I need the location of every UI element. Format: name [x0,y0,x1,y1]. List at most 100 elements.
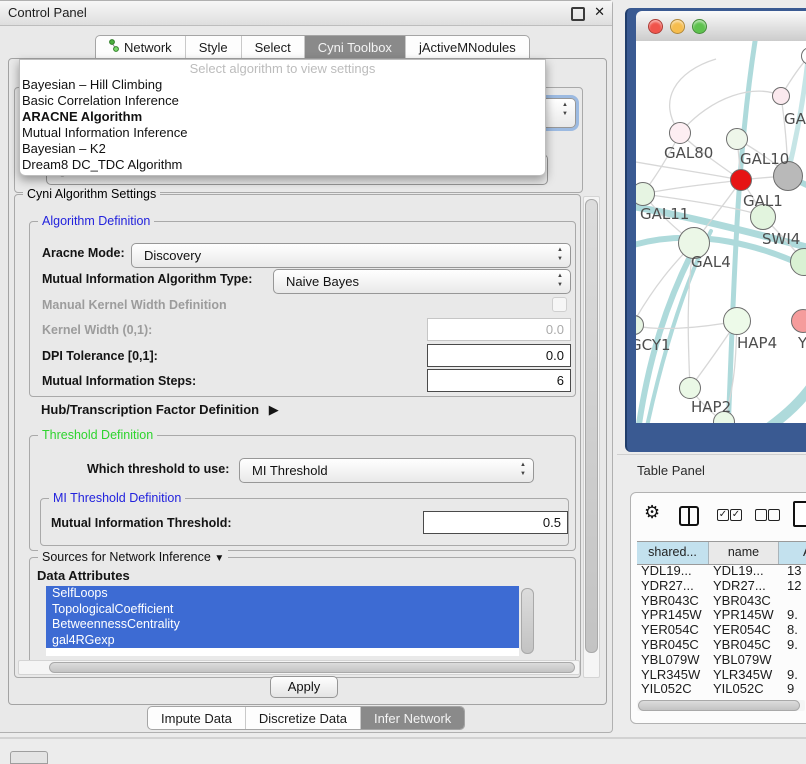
node-label: HAP4 [737,334,777,352]
vscrollbar-thumb[interactable] [585,199,598,653]
minimize-traffic-light[interactable] [670,19,685,34]
aracne-mode-combo[interactable]: Discovery ▲▼ [131,243,571,268]
gear-icon[interactable]: ⚙ [644,502,660,523]
tab-discretize-data[interactable]: Discretize Data [246,707,361,729]
network-node[interactable] [772,87,790,105]
control-panel: Control Panel ✕ NetworkStyleSelectCyni T… [0,0,613,733]
select-all-checkbox-icon[interactable]: ✓ [730,509,742,521]
kernel-width-label: Kernel Width (0,1): [42,323,152,337]
network-node[interactable] [726,128,748,150]
table-cell: 9. [779,638,806,653]
table-panel-title: Table Panel [637,463,705,478]
kernel-width-field[interactable]: 0.0 [427,318,571,341]
table-cell: YDL19... [637,564,709,579]
table-row[interactable]: YLR345WYLR345W9. [637,668,806,683]
cyni-algorithm-settings-group: Cyni Algorithm Settings Algorithm Defini… [14,194,581,678]
table-row[interactable]: YDR27...YDR27...12 [637,579,806,594]
table-row[interactable]: YIL052CYIL052C9 [637,682,806,697]
network-window-titlebar[interactable] [636,11,806,42]
algorithm-option[interactable]: Mutual Information Inference [20,125,545,141]
settings-group-title: Cyni Algorithm Settings [23,187,160,201]
algorithm-option[interactable]: ARACNE Algorithm [20,109,545,125]
table-row[interactable]: YER054CYER054C8. [637,623,806,638]
data-attribute-item[interactable]: BetweennessCentrality [46,617,519,633]
deselect-checkbox-icon[interactable] [768,509,780,521]
settings-hscrollbar[interactable] [18,660,580,675]
tab-label: Network [124,37,172,58]
algorithm-option[interactable]: Bayesian – Hill Climbing [20,77,545,93]
table-panel: ⚙ ✓ ✓ shared... name A YDL19...YDL19...1… [630,492,806,724]
mi-threshold-field[interactable]: 0.5 [423,511,568,534]
table-cell: YBL079W [637,653,709,668]
table-row[interactable]: YDL19...YDL19...13 [637,564,806,579]
network-node[interactable] [669,122,691,144]
which-threshold-value: MI Threshold [252,459,328,482]
table-hscrollbar[interactable] [637,700,805,711]
float-window-icon[interactable] [571,7,585,21]
settings-vscrollbar[interactable] [583,196,600,678]
table-cell: YPR145W [709,608,779,623]
column-header[interactable]: shared... [637,542,709,564]
tab-style[interactable]: Style [186,36,242,59]
tab-impute-data[interactable]: Impute Data [148,707,246,729]
network-node[interactable] [730,169,752,191]
data-attribute-item[interactable]: TopologicalCoefficient [46,602,519,618]
tab-label: Infer Network [374,708,451,729]
zoom-traffic-light[interactable] [692,19,707,34]
close-traffic-light[interactable] [648,19,663,34]
network-node[interactable] [679,377,701,399]
columns-icon[interactable] [679,506,699,526]
collapsed-panel-stub[interactable] [10,751,48,764]
tab-cyni-toolbox[interactable]: Cyni Toolbox [305,36,406,59]
table-cell: YDL19... [709,564,779,579]
tab-infer-network[interactable]: Infer Network [361,707,464,729]
mi-type-label: Mutual Information Algorithm Type: [42,272,252,286]
table-row[interactable]: YBR045CYBR045C9. [637,638,806,653]
column-header[interactable]: name [709,542,779,564]
node-label: GAL80 [664,144,713,162]
table-row[interactable]: YBL079WYBL079W [637,653,806,668]
table-row[interactable]: YBR043CYBR043C [637,594,806,609]
network-view-window: GALGAL80GAL10GAL1GAL11SWI4GAL4GCY1HAP4YH… [625,8,806,452]
hub-definition-toggle[interactable]: Hub/Transcription Factor Definition ▶ [41,402,279,418]
mi-type-combo[interactable]: Naive Bayes ▲▼ [273,269,571,294]
table-cell: YDR27... [637,579,709,594]
table-cell: YLR345W [709,668,779,683]
sources-title[interactable]: Sources for Network Inference ▼ [38,550,228,564]
cyni-toolbox-content: ▲▼ gal-filtered.sif default node Select … [8,58,607,705]
table-body: YDL19...YDL19...13YDR27...YDR27...12YBR0… [637,564,806,697]
tab-label: Style [199,37,228,58]
table-row[interactable]: YPR145WYPR145W9. [637,608,806,623]
table-cell: YER054C [709,623,779,638]
tab-label: jActiveMNodules [419,37,516,58]
algorithm-option[interactable]: Basic Correlation Inference [20,93,545,109]
which-threshold-combo[interactable]: MI Threshold ▲▼ [239,458,534,483]
deselect-checkbox-icon[interactable] [755,509,767,521]
algorithm-option[interactable]: Bayesian – K2 [20,141,545,157]
data-attribute-item[interactable]: SelfLoops [46,586,519,602]
manual-kernel-label: Manual Kernel Width Definition [42,298,227,312]
network-node[interactable] [723,307,751,335]
page-icon[interactable] [793,501,806,527]
apply-button[interactable]: Apply [270,676,338,698]
manual-kernel-checkbox[interactable] [552,297,567,312]
list-scrollbar[interactable] [521,588,534,654]
mi-steps-field[interactable]: 6 [427,369,571,392]
table-cell: YBL079W [709,653,779,668]
mi-steps-label: Mutual Information Steps: [42,374,196,388]
stepper-icon: ▲▼ [520,461,526,479]
select-all-checkbox-icon[interactable]: ✓ [717,509,729,521]
close-icon[interactable]: ✕ [594,4,605,20]
expand-arrow-icon: ▶ [269,402,279,417]
table-hscrollbar-thumb[interactable] [638,700,800,711]
algorithm-option[interactable]: Dream8 DC_TDC Algorithm [20,157,545,173]
network-canvas[interactable]: GALGAL80GAL10GAL1GAL11SWI4GAL4GCY1HAP4YH… [636,41,806,423]
table-cell: YIL052C [709,682,779,697]
hscrollbar-thumb[interactable] [49,662,575,673]
tab-select[interactable]: Select [242,36,305,59]
tab-jactivemnodules[interactable]: jActiveMNodules [406,36,529,59]
column-header[interactable]: A [779,542,806,564]
data-attribute-item[interactable]: gal4RGexp [46,633,519,649]
dpi-tolerance-field[interactable]: 0.0 [427,344,571,367]
tab-network[interactable]: Network [96,36,186,59]
